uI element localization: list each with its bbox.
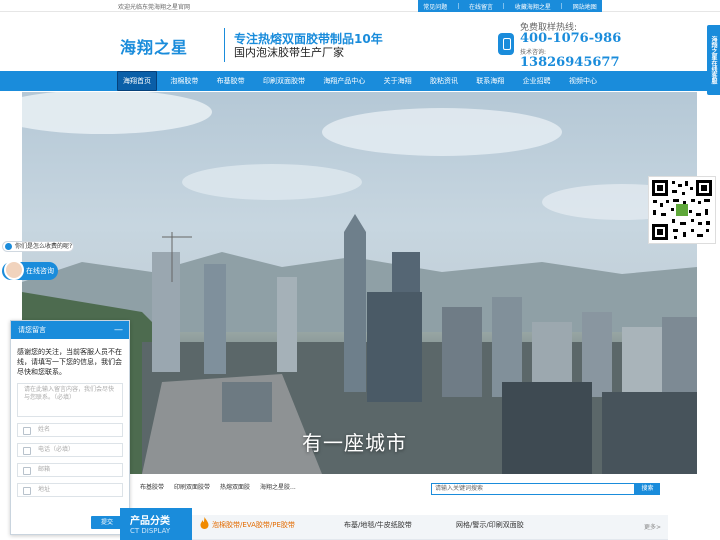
hot-word[interactable]: 布基胶带	[140, 482, 164, 491]
hot-word[interactable]: 热熔双面胶	[220, 482, 250, 491]
online-consult-label: 在线咨询	[26, 267, 54, 275]
flame-icon	[200, 517, 209, 529]
product-category-title: 产品分类 CT DISPLAY	[120, 508, 192, 540]
chat-bubble[interactable]: 你们是怎么收费的呢?	[2, 241, 74, 252]
divider	[224, 28, 225, 62]
hot-words: 布基胶带 印刷双面胶带 热熔双面胶 海翔之星胶...	[140, 482, 296, 491]
divider	[561, 3, 563, 9]
nav-item-cloth-tape[interactable]: 布基胶带	[212, 71, 250, 91]
nav-item-printed-tape[interactable]: 印刷双面胶带	[258, 71, 310, 91]
top-link-message[interactable]: 在线留言	[469, 2, 493, 11]
name-field[interactable]: 姓名	[17, 423, 123, 437]
leave-message-panel: 请您留言 — 感谢您的关注，当前客服人员不在线，请填写一下您的信息，我们会尽快和…	[10, 320, 130, 535]
banner-caption: 有一座城市	[302, 431, 407, 455]
email-field[interactable]: 邮箱	[17, 463, 123, 477]
welcome-text: 欢迎光临东莞海翔之星官网	[118, 4, 191, 11]
more-link[interactable]: 更多>	[644, 522, 661, 531]
main-nav: 海翔首页 泡棉胶带 布基胶带 印刷双面胶带 海翔产品中心 关于海翔 胶粘资讯 联…	[0, 71, 720, 91]
chat-dot-icon	[5, 243, 12, 250]
top-links: 常见问题 在线留言 收藏海翔之星 网站地图	[418, 0, 602, 12]
nav-item-home[interactable]: 海翔首页	[117, 71, 157, 91]
product-title-cn: 产品分类	[130, 516, 170, 527]
mobile-number: 13826945677	[520, 55, 620, 70]
top-link-favorite[interactable]: 收藏海翔之星	[515, 2, 551, 11]
slogan-sub: 国内泡沫胶带生产厂家	[234, 46, 344, 59]
nav-item-jobs[interactable]: 企业招聘	[518, 71, 556, 91]
product-tab-foam[interactable]: 泡棉胶带/EVA胶带/PE胶带	[212, 520, 295, 530]
top-link-sitemap[interactable]: 网站地图	[573, 2, 597, 11]
submit-button[interactable]: 提交	[91, 516, 123, 529]
minimize-icon[interactable]: —	[114, 321, 123, 339]
qr-code	[648, 176, 716, 244]
site-logo[interactable]: 海翔之星	[120, 34, 188, 58]
divider	[457, 3, 459, 9]
hot-word[interactable]: 印刷双面胶带	[174, 482, 210, 491]
product-tab-cloth[interactable]: 布基/地毯/牛皮纸胶带	[344, 520, 412, 530]
product-tab-mesh[interactable]: 网格/警示/印刷双面胶	[456, 520, 524, 530]
hotline-number: 400-1076-986	[520, 31, 622, 46]
address-field[interactable]: 地址	[17, 483, 123, 497]
nav-item-foam-tape[interactable]: 泡棉胶带	[165, 71, 203, 91]
top-bar: 欢迎光临东莞海翔之星官网	[0, 0, 720, 12]
online-service-tab[interactable]: 海翔之星在线客服	[707, 25, 720, 95]
phone-icon	[498, 33, 514, 55]
nav-item-news[interactable]: 胶粘资讯	[425, 71, 463, 91]
message-intro: 感谢您的关注，当前客服人员不在线，请填写一下您的信息，我们会尽快和您联系。	[17, 348, 122, 376]
search-button[interactable]: 搜索	[635, 483, 660, 495]
message-textarea[interactable]: 请在此输入留言内容，我们会尽快与您联系。（必填）	[17, 383, 123, 417]
nav-item-about[interactable]: 关于海翔	[379, 71, 417, 91]
message-panel-title: 请您留言	[18, 326, 46, 334]
agent-avatar	[4, 260, 24, 280]
phone-field[interactable]: 电话（必填）	[17, 443, 123, 457]
divider	[503, 3, 505, 9]
search-input[interactable]: 请输入关键词搜索	[431, 483, 635, 495]
nav-item-contact[interactable]: 联系海翔	[471, 71, 509, 91]
product-title-en: CT DISPLAY	[130, 527, 171, 535]
chat-bubble-text: 你们是怎么收费的呢?	[15, 243, 73, 250]
hot-word[interactable]: 海翔之星胶...	[260, 482, 296, 491]
top-link-faq[interactable]: 常见问题	[423, 2, 447, 11]
message-panel-header: 请您留言 —	[11, 321, 129, 339]
nav-item-products[interactable]: 海翔产品中心	[318, 71, 370, 91]
nav-item-video[interactable]: 视频中心	[564, 71, 602, 91]
